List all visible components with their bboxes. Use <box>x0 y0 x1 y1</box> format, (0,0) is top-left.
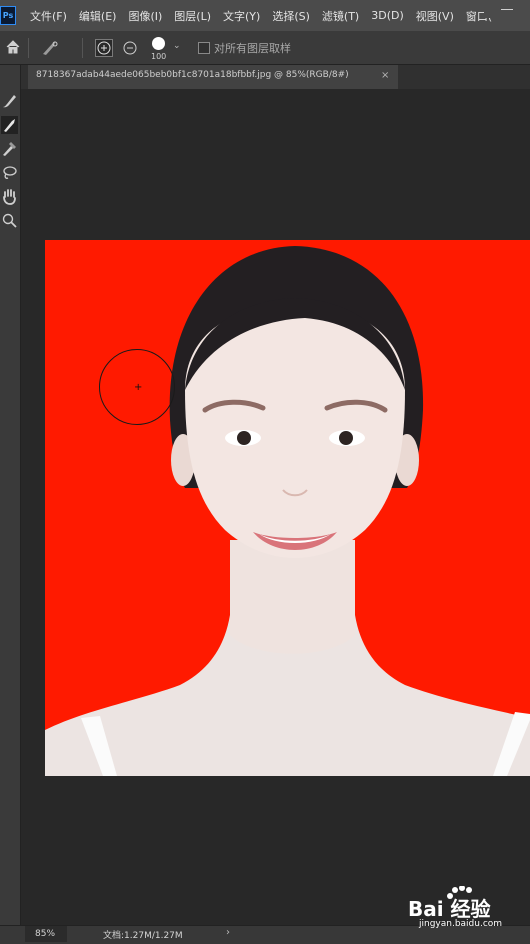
menu-bar: Ps 文件(F) 编辑(E) 图像(I) 图层(L) 文字(Y) 选择(S) 滤… <box>0 0 530 31</box>
main-menu: 文件(F) 编辑(E) 图像(I) 图层(L) 文字(Y) 选择(S) 滤镜(T… <box>30 0 504 31</box>
divider <box>82 38 83 58</box>
status-menu-arrow[interactable]: › <box>226 927 230 938</box>
document-info: 文档:1.27M/1.27M <box>103 931 183 941</box>
menu-item-filter[interactable]: 滤镜(T) <box>322 8 359 24</box>
tool-hand[interactable] <box>1 188 18 206</box>
menu-item-image[interactable]: 图像(I) <box>128 8 162 24</box>
brush-icon <box>3 95 16 108</box>
subtract-from-selection-icon <box>123 41 137 55</box>
divider <box>28 38 29 58</box>
portrait-photo <box>45 240 530 776</box>
hand-icon <box>3 189 16 205</box>
add-to-selection-button[interactable] <box>95 39 113 57</box>
minimize-button[interactable] <box>484 0 530 18</box>
menu-item-type[interactable]: 文字(Y) <box>223 8 260 24</box>
document-canvas[interactable] <box>45 240 530 776</box>
quick-selection-brush-icon <box>4 119 15 132</box>
tool-zoom[interactable] <box>1 212 18 230</box>
mixer-brush-icon <box>3 142 16 156</box>
menu-item-file[interactable]: 文件(F) <box>30 8 67 24</box>
tool-brush[interactable] <box>1 92 18 110</box>
menu-item-view[interactable]: 视图(V) <box>416 8 454 24</box>
baidu-jingyan-logo-text: Bai 经验 <box>408 897 491 921</box>
menu-item-edit[interactable]: 编辑(E) <box>79 8 117 24</box>
menu-item-3d[interactable]: 3D(D) <box>371 9 404 22</box>
brush-cursor-crosshair: + <box>134 382 143 393</box>
sample-all-layers-checkbox[interactable] <box>198 42 210 54</box>
zoom-level-field[interactable]: 85% <box>25 926 67 942</box>
watermark-url: jingyan.baidu.com <box>419 919 503 929</box>
tools-panel <box>0 65 21 925</box>
document-tab-bar: 8718367adab44aede065beb0bf1c8701a18bfbbf… <box>21 65 530 89</box>
zoom-icon <box>2 213 17 228</box>
brush-size-value: 100 <box>151 52 167 61</box>
menu-item-layer[interactable]: 图层(L) <box>174 8 211 24</box>
brush-preview[interactable] <box>152 37 165 50</box>
tool-quick-selection[interactable] <box>1 116 18 134</box>
tool-mixer-brush[interactable] <box>1 140 18 158</box>
quick-selection-brush-icon[interactable] <box>40 39 60 57</box>
menu-item-select[interactable]: 选择(S) <box>272 8 310 24</box>
photoshop-logo: Ps <box>0 6 16 25</box>
subtract-from-selection-button[interactable] <box>121 39 139 57</box>
tool-lasso[interactable] <box>1 164 18 182</box>
lasso-icon <box>3 166 17 179</box>
document-tab[interactable]: 8718367adab44aede065beb0bf1c8701a18bfbbf… <box>28 65 398 89</box>
home-icon[interactable] <box>5 39 21 55</box>
close-icon[interactable]: × <box>381 70 389 81</box>
chevron-down-icon[interactable]: ⌄ <box>173 41 181 51</box>
sample-all-layers-label: 对所有图层取样 <box>214 42 291 55</box>
add-to-selection-icon <box>97 41 111 55</box>
document-tab-title: 8718367adab44aede065beb0bf1c8701a18bfbbf… <box>36 70 349 80</box>
